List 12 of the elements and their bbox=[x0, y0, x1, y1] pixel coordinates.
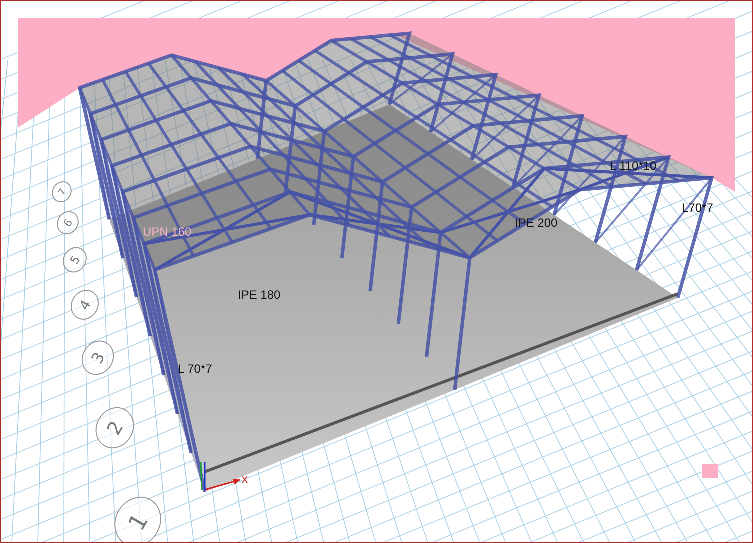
grid-bubble: 7 bbox=[52, 182, 72, 203]
section-label: IPE 180 bbox=[238, 288, 281, 302]
section-label: UPN 160 bbox=[143, 225, 192, 239]
grid-bubble: 4 bbox=[71, 290, 99, 320]
grid-bubble: 6 bbox=[57, 211, 79, 235]
section-label: IPE 200 bbox=[515, 216, 558, 230]
section-label: L 70*7 bbox=[178, 362, 212, 376]
grid-bubble: 5 bbox=[63, 247, 87, 273]
grid-bubble: 3 bbox=[82, 340, 114, 376]
axis-label: x bbox=[242, 472, 248, 486]
grid-bubble: 1 bbox=[114, 497, 162, 543]
grid-bubble: 2 bbox=[96, 407, 134, 449]
